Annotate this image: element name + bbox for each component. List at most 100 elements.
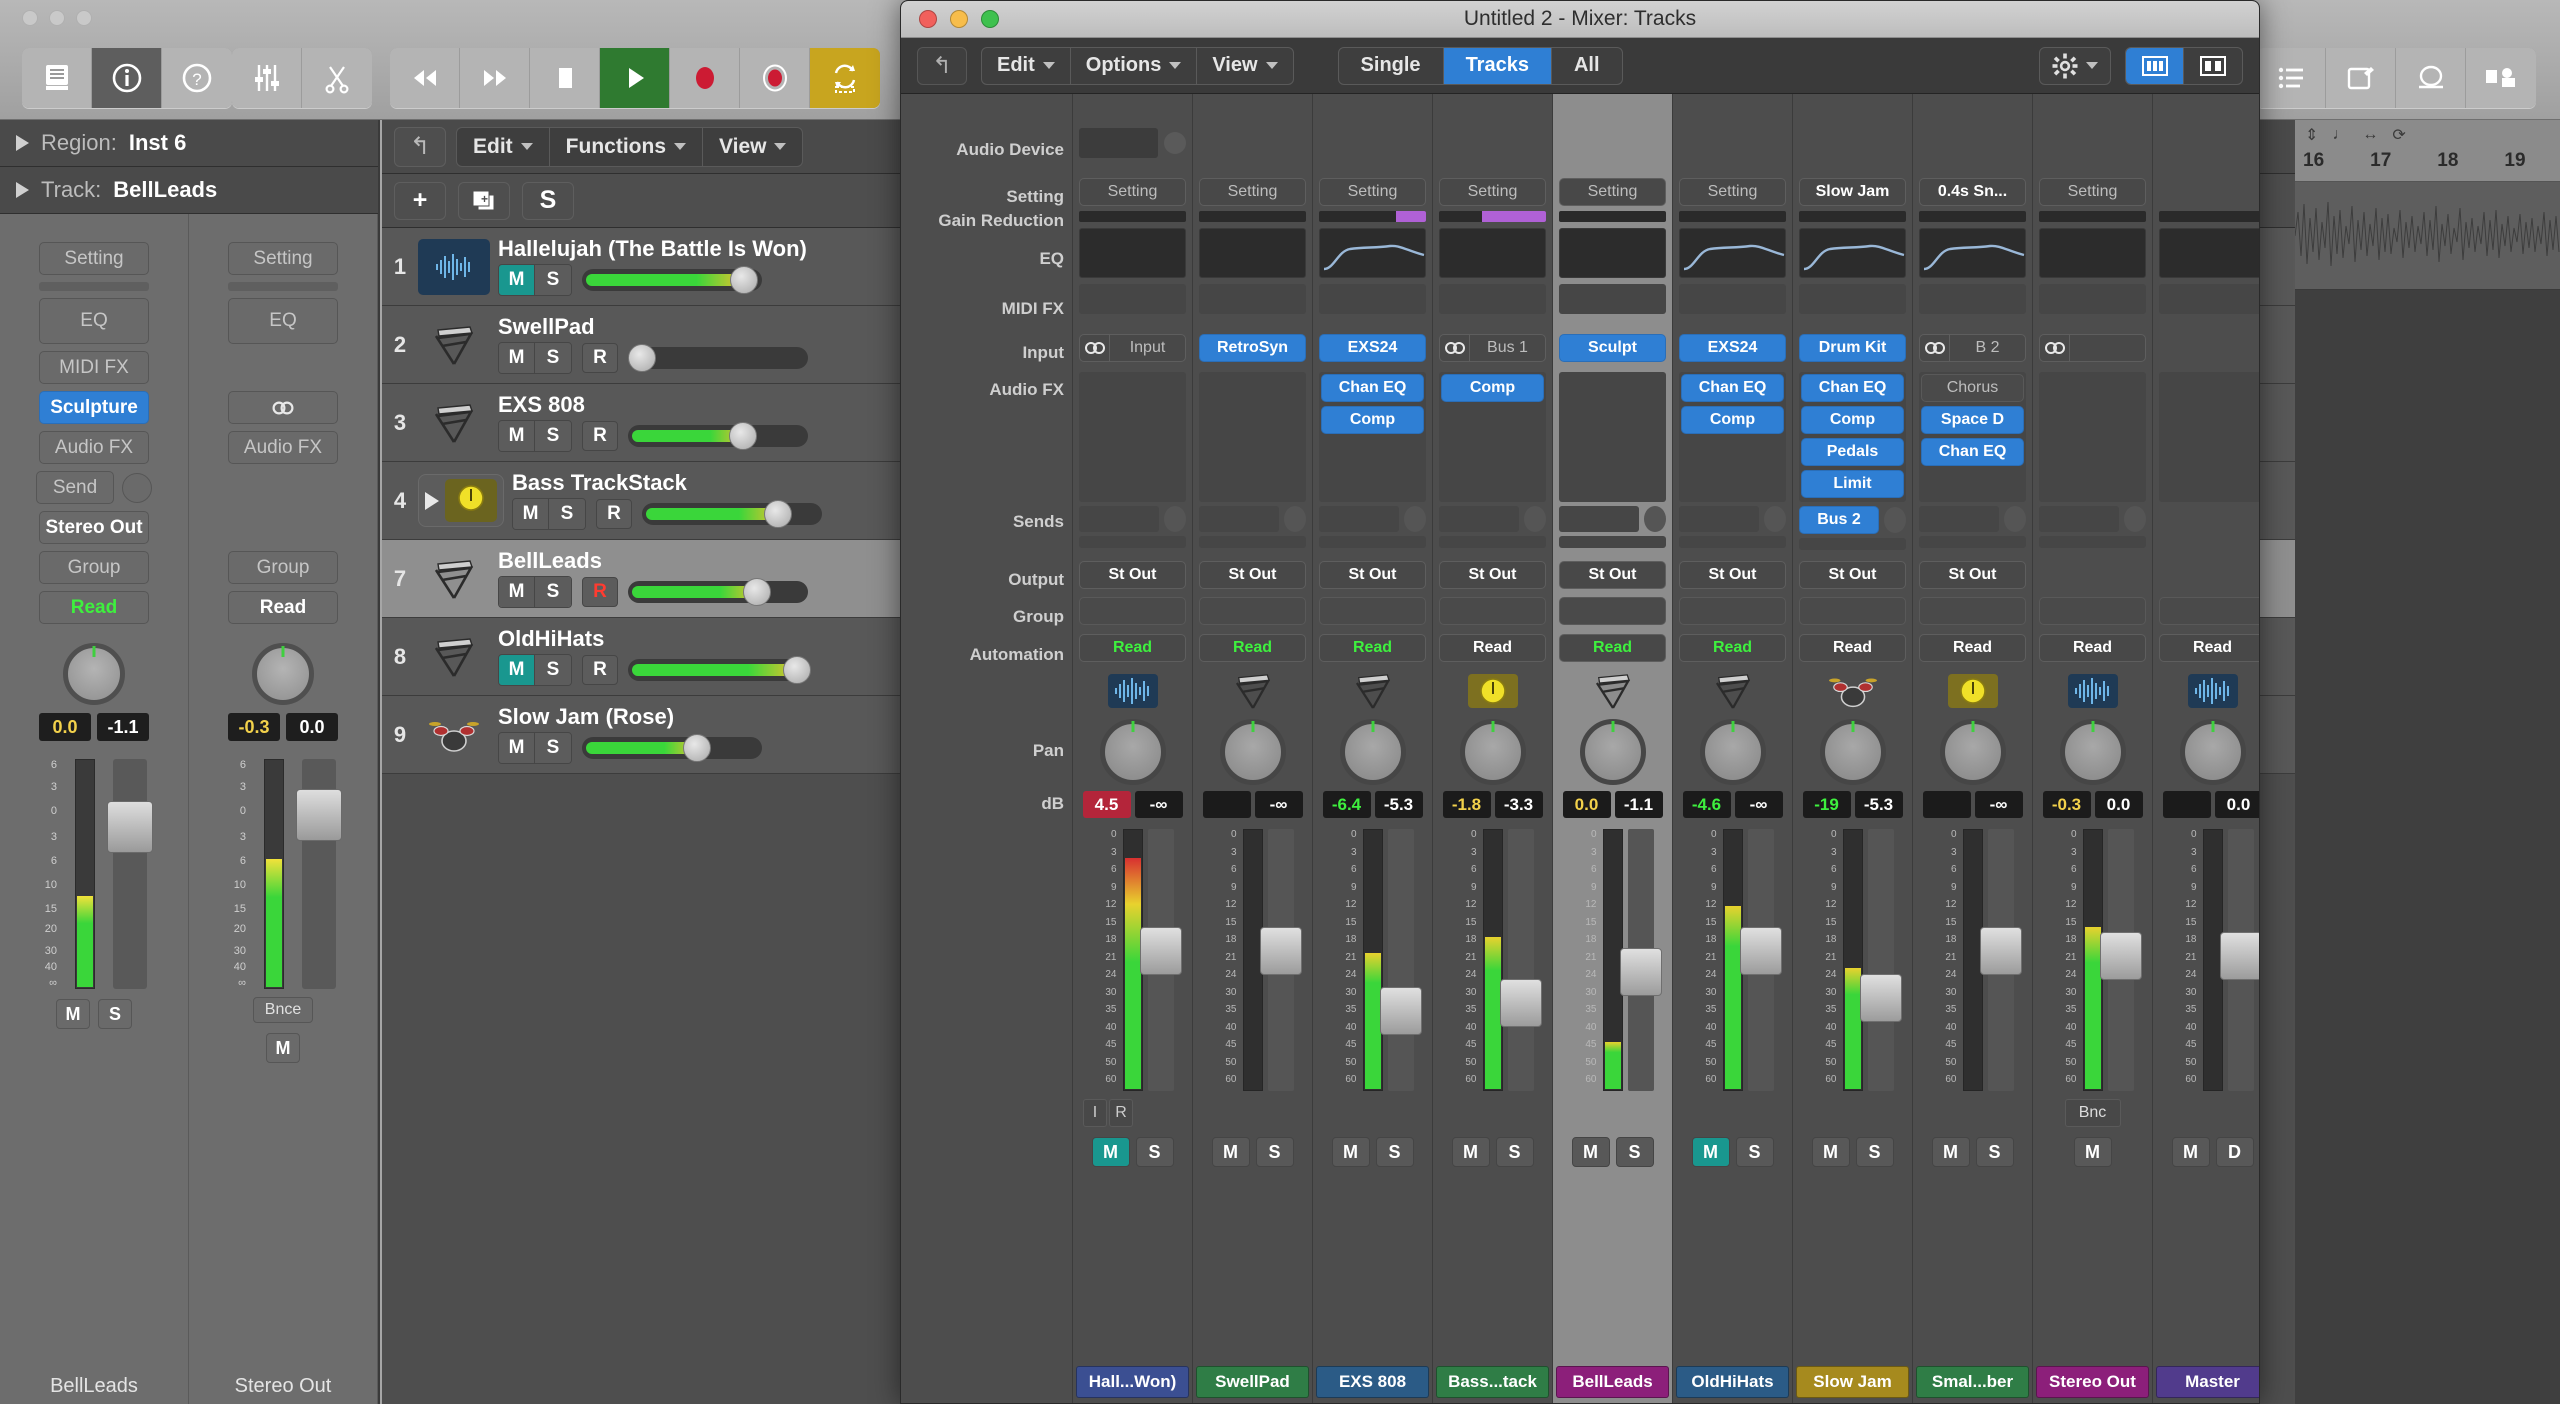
- automation-mode-button[interactable]: Read: [2159, 634, 2259, 662]
- mute-button[interactable]: M: [266, 1033, 300, 1063]
- pan-knob[interactable]: [1459, 719, 1526, 785]
- rewind-icon[interactable]: [390, 48, 460, 108]
- send-level-knob[interactable]: [1164, 506, 1186, 532]
- group-slot[interactable]: [1319, 597, 1426, 625]
- automation-mode-button[interactable]: Read: [1679, 634, 1786, 662]
- solo-button[interactable]: S: [1495, 1137, 1534, 1167]
- volume-fader[interactable]: [296, 759, 342, 989]
- loops-icon[interactable]: [2396, 48, 2466, 108]
- output-slot[interactable]: St Out: [1919, 561, 2026, 589]
- send-level-knob[interactable]: [1644, 506, 1666, 532]
- track-volume-slider[interactable]: [628, 421, 808, 450]
- mute-button[interactable]: M: [499, 342, 535, 373]
- channel-name[interactable]: Stereo Out: [2036, 1366, 2149, 1398]
- arrows-icon[interactable]: ↔: [2362, 126, 2378, 144]
- solo-button[interactable]: S: [549, 498, 585, 529]
- audio-fx-button[interactable]: Audio FX: [228, 431, 338, 464]
- midi-fx-slot[interactable]: [1559, 284, 1666, 314]
- volume-fader[interactable]: [107, 759, 153, 989]
- output-slot[interactable]: St Out: [1199, 561, 1306, 589]
- audio-fx-slot[interactable]: Chan EQ: [1801, 374, 1904, 402]
- duplicate-track-icon[interactable]: +: [458, 181, 510, 220]
- eq-display[interactable]: [2159, 228, 2259, 278]
- volume-fader[interactable]: [1499, 829, 1542, 1091]
- automation-button[interactable]: Read: [228, 591, 338, 624]
- zoom-icon[interactable]: [76, 10, 92, 26]
- eq-button[interactable]: EQ: [228, 298, 338, 344]
- solo-all-button[interactable]: S: [522, 181, 574, 220]
- track-volume-slider[interactable]: [642, 499, 822, 528]
- output-slot[interactable]: St Out: [1079, 561, 1186, 589]
- midi-fx-slot[interactable]: [1319, 284, 1426, 314]
- play-icon[interactable]: [600, 48, 670, 108]
- midi-fx-slot[interactable]: [1199, 284, 1306, 314]
- send-slot[interactable]: [1439, 536, 1546, 548]
- group-slot[interactable]: [1439, 597, 1546, 625]
- eq-display[interactable]: [1559, 228, 1666, 278]
- volume-fader[interactable]: [1739, 829, 1782, 1091]
- mute-button[interactable]: M: [499, 576, 535, 607]
- mixer-channel-strip[interactable]: Setting Sculpt St Out Read 0.0 -1.1 0 3 6 9 12 15 18…: [1553, 94, 1673, 1403]
- mixer-channel-strip[interactable]: 0.4s Sn... B 2 Chorus Space D Chan EQ St Out R…: [1913, 94, 2033, 1403]
- bounce-button[interactable]: Bnc: [2064, 1099, 2121, 1127]
- output-slot[interactable]: St Out: [1319, 561, 1426, 589]
- setting-button[interactable]: Setting: [1319, 178, 1426, 206]
- setting-button[interactable]: Setting: [228, 242, 338, 275]
- send-slot[interactable]: [1199, 506, 1279, 532]
- solo-button[interactable]: D: [2215, 1137, 2254, 1167]
- pan-knob[interactable]: [1939, 719, 2006, 785]
- mixer-channel-strip[interactable]: Setting Read -0.3 0.0 0 3 6 9 12 15 18 21 24 30 35 40 45…: [2033, 94, 2153, 1403]
- info-icon[interactable]: [92, 48, 162, 108]
- stereo-io-icon[interactable]: [228, 391, 338, 424]
- solo-button[interactable]: S: [1855, 1137, 1894, 1167]
- send-slot[interactable]: [1439, 506, 1519, 532]
- channel-name[interactable]: Master: [2156, 1366, 2259, 1398]
- setting-button[interactable]: Setting: [2039, 178, 2146, 206]
- solo-button[interactable]: S: [535, 576, 571, 607]
- channel-name[interactable]: Smal...ber: [1916, 1366, 2029, 1398]
- send-slot[interactable]: [1679, 536, 1786, 548]
- midi-fx-slot[interactable]: [1919, 284, 2026, 314]
- channel-name[interactable]: SwellPad: [1196, 1366, 1309, 1398]
- input-slot[interactable]: RetroSyn: [1199, 334, 1306, 362]
- scissors-icon[interactable]: [302, 48, 372, 108]
- eq-button[interactable]: EQ: [39, 298, 149, 344]
- ruler[interactable]: ⇕ ♩ ↔ ⟳ 16 17 18 19: [2295, 120, 2560, 182]
- record-enable-button[interactable]: R: [596, 498, 632, 529]
- automation-mode-button[interactable]: Read: [2039, 634, 2146, 662]
- input-slot[interactable]: Drum Kit: [1799, 334, 1906, 362]
- mixer-channel-strip[interactable]: Setting Bus 1 Comp St Out Read -1.8 -3.3 0 3 6 9 12…: [1433, 94, 1553, 1403]
- send-level-knob[interactable]: [2124, 506, 2146, 532]
- send-slot[interactable]: [1079, 506, 1159, 532]
- setting-button[interactable]: Setting: [1079, 178, 1186, 206]
- io-button[interactable]: R: [1109, 1099, 1133, 1127]
- help-icon[interactable]: ?: [162, 48, 232, 108]
- audio-fx-slot[interactable]: Comp: [1441, 374, 1544, 402]
- input-slot[interactable]: Bus 1: [1469, 334, 1546, 362]
- menu-view[interactable]: View: [703, 128, 802, 166]
- solo-button[interactable]: S: [535, 732, 571, 763]
- send-slot[interactable]: [1079, 536, 1186, 548]
- pan-knob[interactable]: [1579, 719, 1646, 785]
- audio-device-slot[interactable]: [1079, 128, 1158, 158]
- mute-button[interactable]: M: [513, 498, 549, 529]
- audio-region-waveform[interactable]: [2295, 182, 2560, 290]
- stereo-io-icon[interactable]: [1079, 334, 1109, 362]
- mute-button[interactable]: M: [1931, 1137, 1970, 1167]
- stereo-io-icon[interactable]: [1919, 334, 1949, 362]
- midi-fx-slot[interactable]: [1439, 284, 1546, 314]
- eq-display[interactable]: [1679, 228, 1786, 278]
- mixer-menu-options[interactable]: Options: [1071, 47, 1198, 84]
- audio-fx-slot[interactable]: Pedals: [1801, 438, 1904, 466]
- mute-button[interactable]: M: [1331, 1137, 1370, 1167]
- pan-knob[interactable]: [252, 643, 314, 705]
- send-slot[interactable]: Bus 2: [1799, 506, 1879, 534]
- send-slot[interactable]: [1319, 506, 1399, 532]
- eq-display[interactable]: [1199, 228, 1306, 278]
- midi-fx-slot[interactable]: [2039, 284, 2146, 314]
- pan-knob[interactable]: [1699, 719, 1766, 785]
- forward-icon[interactable]: [460, 48, 530, 108]
- cycle-icon[interactable]: [810, 48, 880, 108]
- send-slot[interactable]: [2039, 506, 2119, 532]
- solo-button[interactable]: S: [1255, 1137, 1294, 1167]
